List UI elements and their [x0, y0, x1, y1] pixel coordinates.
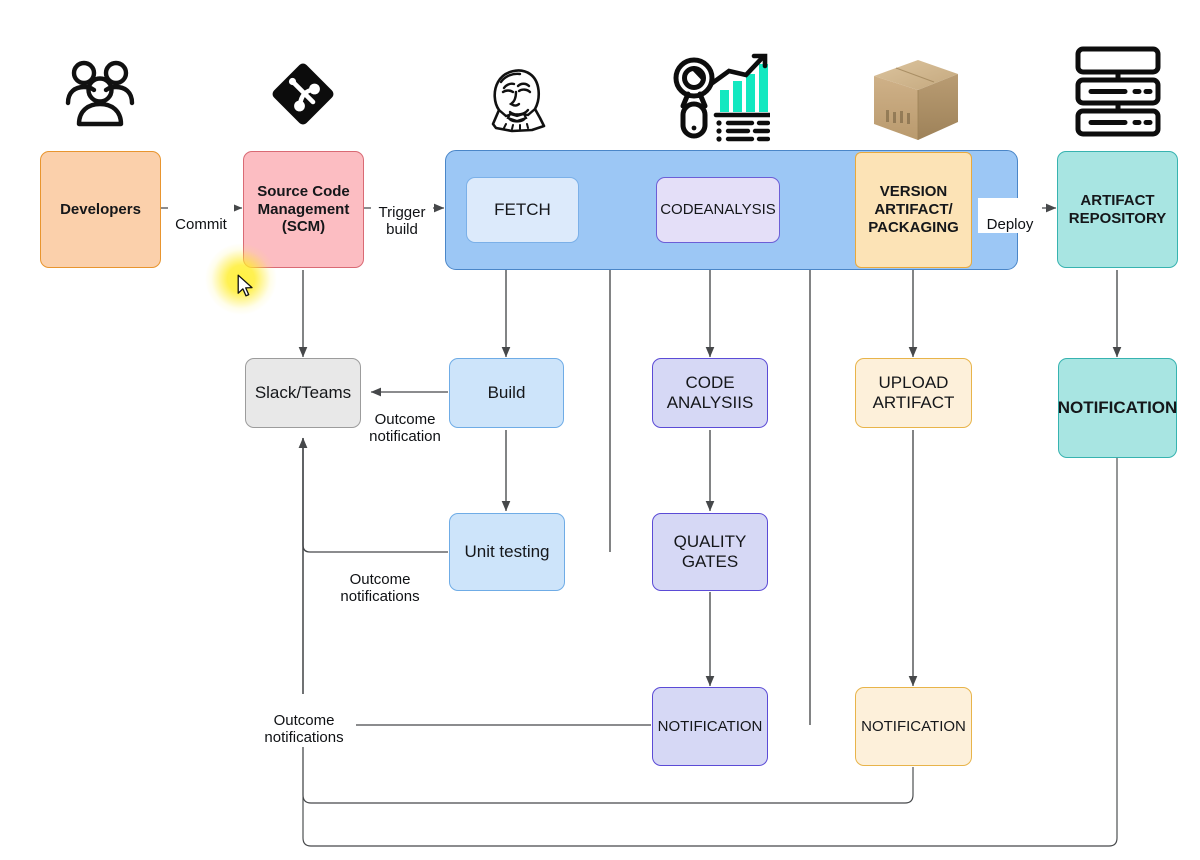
server-icon	[1069, 44, 1167, 140]
edge-label-text: Trigger build	[378, 203, 426, 239]
node-label: QUALITY GATES	[673, 531, 747, 571]
node-fetch[interactable]: FETCH	[466, 177, 579, 243]
node-version-artifact[interactable]: VERSION ARTIFACT/ PACKAGING	[855, 152, 972, 268]
node-codeanalysis[interactable]: CODEANALYSIS	[656, 177, 780, 243]
node-notification-purple[interactable]: NOTIFICATION	[652, 687, 768, 766]
edge-label-commit: Commit	[168, 198, 234, 234]
edge-label-outcome-notifications-2: Outcome notifications	[252, 694, 356, 748]
edge-label-text: Deploy	[986, 215, 1034, 233]
node-label: VERSION ARTIFACT/ PACKAGING	[868, 183, 959, 236]
node-label: Slack/Teams	[254, 382, 352, 402]
node-unit-testing[interactable]: Unit testing	[449, 513, 565, 591]
node-upload-artifact[interactable]: UPLOAD ARTIFACT	[855, 358, 972, 428]
edge-label-outcome-notification: Outcome notification	[361, 393, 449, 446]
edge-label-text: Commit	[175, 215, 227, 233]
node-label: Unit testing	[464, 541, 550, 561]
node-notification-orange[interactable]: NOTIFICATION	[855, 687, 972, 766]
developers-icon	[62, 56, 138, 128]
node-label: Build	[487, 382, 526, 402]
node-build[interactable]: Build	[449, 358, 564, 428]
node-label: CODE ANALYSIIS	[666, 372, 754, 412]
node-artifact-repository[interactable]: ARTIFACT REPOSITORY	[1057, 151, 1178, 268]
node-label: CODEANALYSIS	[660, 201, 776, 219]
node-slack-teams[interactable]: Slack/Teams	[245, 358, 361, 428]
edge-label-text: Outcome notifications	[264, 711, 344, 747]
connector-layer	[161, 203, 1122, 847]
node-quality-gates[interactable]: QUALITY GATES	[652, 513, 768, 591]
edge-label-deploy: Deploy	[978, 198, 1042, 234]
package-icon	[866, 50, 966, 146]
edge-label-text: Outcome notifications	[340, 570, 420, 606]
edge-label-outcome-notifications-1: Outcome notifications	[330, 553, 430, 607]
node-notification-repository[interactable]: NOTIFICATION	[1058, 358, 1177, 458]
node-code-analysiis[interactable]: CODE ANALYSIIS	[652, 358, 768, 428]
jenkins-icon	[472, 58, 558, 142]
node-developers[interactable]: Developers	[40, 151, 161, 268]
node-label: FETCH	[494, 199, 551, 219]
git-icon	[269, 60, 337, 128]
node-label: Developers	[60, 200, 141, 218]
node-label: NOTIFICATION	[1057, 397, 1178, 417]
node-label: Source Code Management (SCM)	[257, 182, 350, 236]
node-label: NOTIFICATION	[657, 717, 763, 735]
node-label: NOTIFICATION	[861, 717, 966, 735]
diagram-canvas: Developers Source Code Management (SCM) …	[0, 0, 1200, 860]
node-label: ARTIFACT REPOSITORY	[1068, 191, 1167, 227]
mouse-cursor	[237, 274, 254, 303]
edge-label-trigger-build: Trigger build	[371, 186, 433, 240]
node-label: UPLOAD ARTIFACT	[872, 372, 955, 412]
edge-label-text: Outcome notification	[369, 410, 441, 446]
code-analysis-icon	[666, 52, 770, 144]
